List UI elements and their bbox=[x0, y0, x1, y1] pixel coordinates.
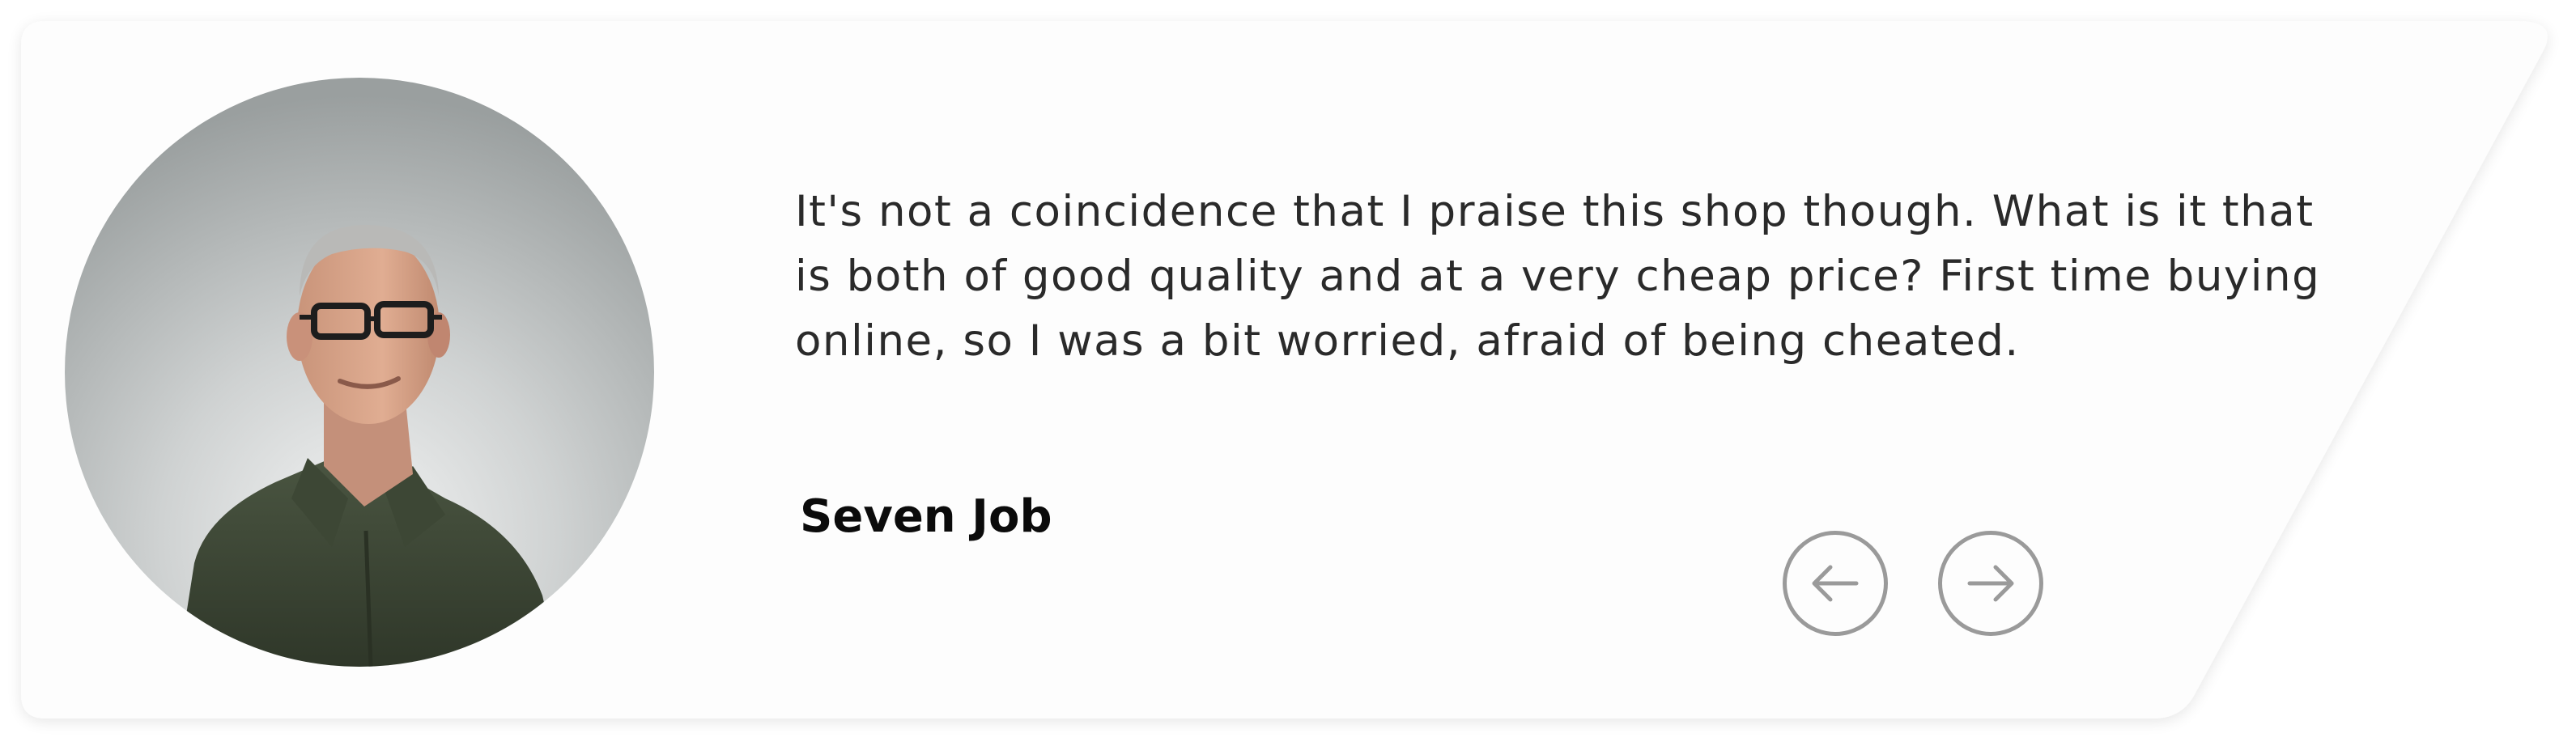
avatar-photo bbox=[65, 78, 654, 667]
arrow-right-icon bbox=[1967, 565, 2014, 602]
previous-testimonial-button[interactable] bbox=[1783, 531, 1888, 636]
testimonial-section: It's not a coincidence that I praise thi… bbox=[0, 0, 2576, 746]
next-testimonial-button[interactable] bbox=[1938, 531, 2043, 636]
testimonial-quote: It's not a coincidence that I praise thi… bbox=[795, 187, 2321, 366]
testimonial-author: Seven Job bbox=[800, 490, 1052, 543]
arrow-left-icon bbox=[1812, 565, 1859, 602]
